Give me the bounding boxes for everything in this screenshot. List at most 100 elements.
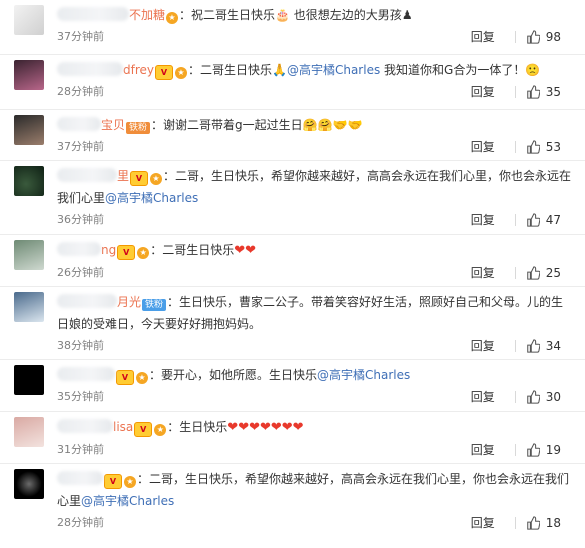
iron-fan-badge: 铁粉 [142,299,167,311]
reply-button[interactable]: 回复 [471,138,495,156]
thumbs-up-icon [526,85,540,99]
timestamp: 38分钟前 [57,339,104,352]
avatar[interactable] [14,469,44,499]
comment-item: V ★ ：要开心，如他所愿。生日快乐@高宇橘Charles 35分钟前 回复 30 [0,360,585,412]
comment-item: ng V ★ ：二哥生日快乐❤❤ 26分钟前 回复 25 [0,235,585,287]
username-blur [57,294,117,308]
comment-item: lisa V ★ ：生日快乐❤❤❤❤❤❤❤ 31分钟前 回复 19 [0,412,585,464]
thumbs-up-icon [526,140,540,154]
reply-button[interactable]: 回复 [471,83,495,101]
avatar[interactable] [14,115,44,145]
avatar[interactable] [14,5,44,35]
mention-link[interactable]: @高宇橘Charles [317,368,410,382]
comment-actions: 回复 19 [471,441,561,459]
comment-item: 里 V ★ ：二哥，生日快乐，希望你越来越好，高高会永远在我们心里，你也会永远在我们心… [0,161,585,235]
username[interactable]: 不加糖 [129,8,165,22]
timestamp: 36分钟前 [57,213,104,226]
like-button[interactable]: 18 [526,514,561,532]
username-blur [57,117,101,131]
comment-meta: 36分钟前 回复 47 [57,209,573,231]
verified-icon: V [104,474,122,489]
username[interactable]: dfrey [123,63,154,77]
divider [514,391,516,403]
like-count: 98 [545,30,561,44]
divider [514,141,516,153]
comment-text: 月光 铁粉 ：生日快乐，曹家二公子。带着笑容好好生活，照顾好自己和父母。儿的生日娘的… [57,294,564,331]
like-button[interactable]: 47 [526,211,561,229]
reply-button[interactable]: 回复 [471,28,495,46]
username[interactable]: ng [101,243,116,257]
verified-icon: V [155,65,173,80]
mention-link[interactable]: @高宇橘Charles [105,191,198,205]
comment-text: V ★ ：要开心，如他所愿。生日快乐@高宇橘Charles [57,360,573,386]
vip-icon: ★ [137,247,150,259]
vip-icon: ★ [154,424,167,436]
comment-meta: 31分钟前 回复 19 [57,439,573,461]
comment-meta: 28分钟前 回复 18 [57,512,573,534]
timestamp: 37分钟前 [57,140,104,153]
comment-actions: 回复 18 [471,514,561,532]
reply-button[interactable]: 回复 [471,337,495,355]
reply-button[interactable]: 回复 [471,211,495,229]
like-button[interactable]: 35 [526,83,561,101]
comment-meta: 37分钟前 回复 98 [57,26,573,48]
verified-icon: V [117,245,136,260]
reply-button[interactable]: 回复 [471,388,495,406]
avatar[interactable] [14,417,44,447]
comment-text: ng V ★ ：二哥生日快乐❤❤ [57,235,573,262]
like-button[interactable]: 34 [526,337,561,355]
mention-link[interactable]: @高宇橘Charles [81,494,174,508]
comment-meta: 37分钟前 回复 53 [57,136,573,158]
timestamp: 37分钟前 [57,30,104,43]
comment-actions: 回复 25 [471,264,561,282]
avatar[interactable] [14,292,44,322]
username-blur [57,168,117,182]
like-count: 34 [545,339,561,353]
timestamp: 28分钟前 [57,85,104,98]
verified-icon: V [130,171,149,186]
reply-button[interactable]: 回复 [471,264,495,282]
like-count: 19 [545,443,561,457]
comment-actions: 回复 53 [471,138,561,156]
comment-text: 宝贝 铁粉 ：谢谢二哥带着g一起过生日🤗🤗🤝🤝 [57,110,573,136]
username-blur [57,419,113,433]
heart-emoji-icon: ❤❤ [234,243,257,258]
like-button[interactable]: 30 [526,388,561,406]
username[interactable]: lisa [113,420,133,434]
thumbs-up-icon [526,516,540,530]
comment-item: V ★ ：二哥，生日快乐，希望你越来越好，高高会永远在我们心里，你也会永远在我们心里… [0,464,585,548]
divider [514,444,516,456]
username-blur [57,7,129,21]
like-button[interactable]: 98 [526,28,561,46]
like-button[interactable]: 19 [526,441,561,459]
avatar[interactable] [14,166,44,196]
comment-meta: 38分钟前 回复 34 [57,335,573,357]
comment-list: 不加糖 ★ ：祝二哥生日快乐🎂 也很想左边的大男孩♟ 37分钟前 回复 98 dfr… [0,0,585,548]
cake-emoji-icon: 🎂 [275,8,290,22]
avatar[interactable] [14,240,44,270]
username[interactable]: 里 [117,169,129,183]
vip-icon: ★ [166,12,179,24]
avatar[interactable] [14,60,44,90]
like-count: 53 [545,140,561,154]
thumbs-up-icon [526,339,540,353]
like-button[interactable]: 25 [526,264,561,282]
comment-text: lisa V ★ ：生日快乐❤❤❤❤❤❤❤ [57,412,573,439]
reply-button[interactable]: 回复 [471,514,495,532]
iron-fan-badge: 铁粉 [126,122,151,134]
comment-actions: 回复 35 [471,83,561,101]
sad-emoji-icon: 🙁 [525,63,541,77]
comment-meta: 26分钟前 回复 25 [57,262,573,284]
timestamp: 26分钟前 [57,266,104,279]
avatar[interactable] [14,365,44,395]
like-button[interactable]: 53 [526,138,561,156]
thumbs-up-icon [526,30,540,44]
reply-button[interactable]: 回复 [471,441,495,459]
username[interactable]: 宝贝 [101,118,125,132]
comment-meta: 28分钟前 回复 35 [57,81,573,103]
comment-item: 月光 铁粉 ：生日快乐，曹家二公子。带着笑容好好生活，照顾好自己和父母。儿的生日娘的… [0,287,585,360]
comment-text: 里 V ★ ：二哥，生日快乐，希望你越来越好，高高会永远在我们心里，你也会永远在我们心… [57,168,572,205]
mention-link[interactable]: @高宇橘Charles [287,63,380,77]
username[interactable]: 月光 [117,295,141,309]
comment-item: 宝贝 铁粉 ：谢谢二哥带着g一起过生日🤗🤗🤝🤝 37分钟前 回复 53 [0,110,585,161]
